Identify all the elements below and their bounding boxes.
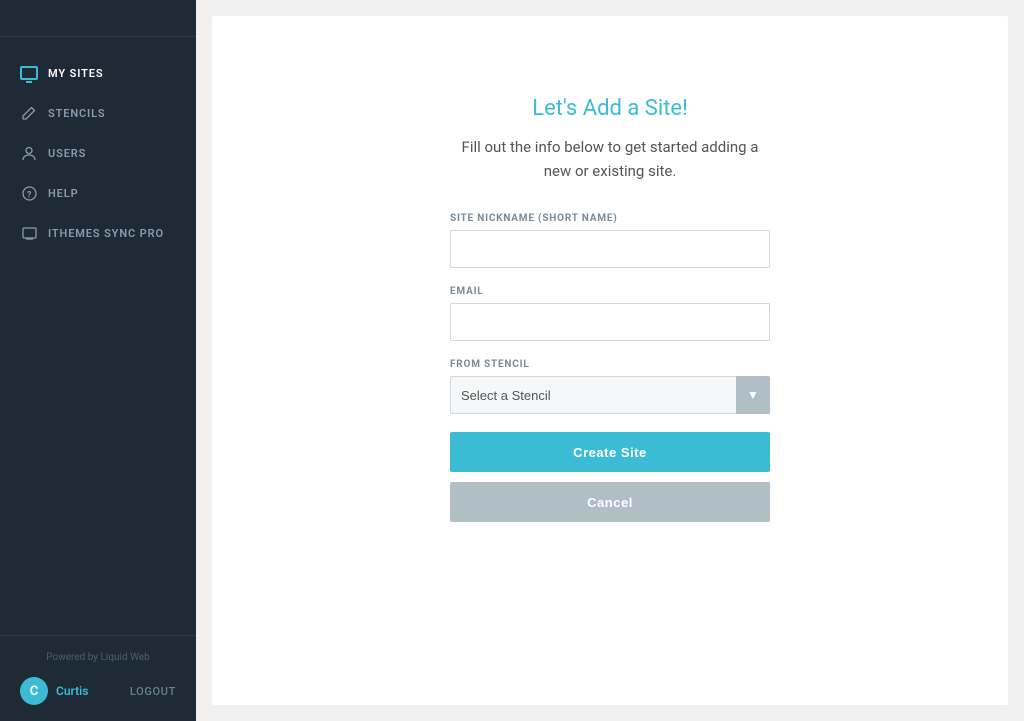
email-label: EMAIL (450, 286, 770, 297)
sidebar: MY SITES STENCILS USERS (0, 0, 196, 721)
stencil-select[interactable]: Select a Stencil (450, 376, 770, 414)
cancel-button[interactable]: Cancel (450, 482, 770, 522)
stencil-label: FROM STENCIL (450, 359, 770, 370)
sidebar-nav: MY SITES STENCILS USERS (0, 45, 196, 635)
svg-text:?: ? (26, 190, 31, 200)
create-site-button[interactable]: Create Site (450, 432, 770, 472)
user-icon (20, 144, 38, 162)
email-group: EMAIL (450, 286, 770, 341)
help-icon: ? (20, 184, 38, 202)
nickname-group: SITE NICKNAME (SHORT NAME) (450, 213, 770, 268)
logout-button[interactable]: LOGOUT (130, 685, 176, 698)
sidebar-item-my-sites[interactable]: MY SITES (0, 53, 196, 93)
sidebar-footer: Powered by Liquid Web C Curtis LOGOUT (0, 635, 196, 721)
sidebar-item-stencils[interactable]: STENCILS (0, 93, 196, 133)
sidebar-item-users-label: USERS (48, 147, 86, 160)
sidebar-item-stencils-label: STENCILS (48, 107, 106, 120)
main-panel: Let's Add a Site! Fill out the info belo… (212, 16, 1008, 705)
avatar: C (20, 677, 48, 705)
form-subtitle: Fill out the info below to get started a… (450, 135, 770, 183)
sidebar-item-ithemes-sync-label: ITHEMES SYNC PRO (48, 227, 164, 240)
sidebar-item-help[interactable]: ? HELP (0, 173, 196, 213)
monitor-icon (20, 64, 38, 82)
user-row: C Curtis LOGOUT (20, 677, 176, 705)
sync-icon (20, 224, 38, 242)
add-site-form-container: Let's Add a Site! Fill out the info belo… (450, 96, 770, 522)
stencil-group: FROM STENCIL Select a Stencil ▼ (450, 359, 770, 414)
sidebar-item-help-label: HELP (48, 187, 79, 200)
stencil-select-wrapper: Select a Stencil ▼ (450, 376, 770, 414)
powered-by-label: Powered by Liquid Web (20, 652, 176, 663)
email-input[interactable] (450, 303, 770, 341)
nickname-input[interactable] (450, 230, 770, 268)
sidebar-logo-area (0, 0, 196, 37)
sidebar-item-ithemes-sync[interactable]: ITHEMES SYNC PRO (0, 213, 196, 253)
user-name: Curtis (56, 684, 88, 698)
main-content: Let's Add a Site! Fill out the info belo… (196, 0, 1024, 721)
pencil-icon (20, 104, 38, 122)
nickname-label: SITE NICKNAME (SHORT NAME) (450, 213, 770, 224)
user-info: C Curtis (20, 677, 88, 705)
form-title: Let's Add a Site! (450, 96, 770, 121)
sidebar-item-my-sites-label: MY SITES (48, 67, 103, 80)
sidebar-item-users[interactable]: USERS (0, 133, 196, 173)
